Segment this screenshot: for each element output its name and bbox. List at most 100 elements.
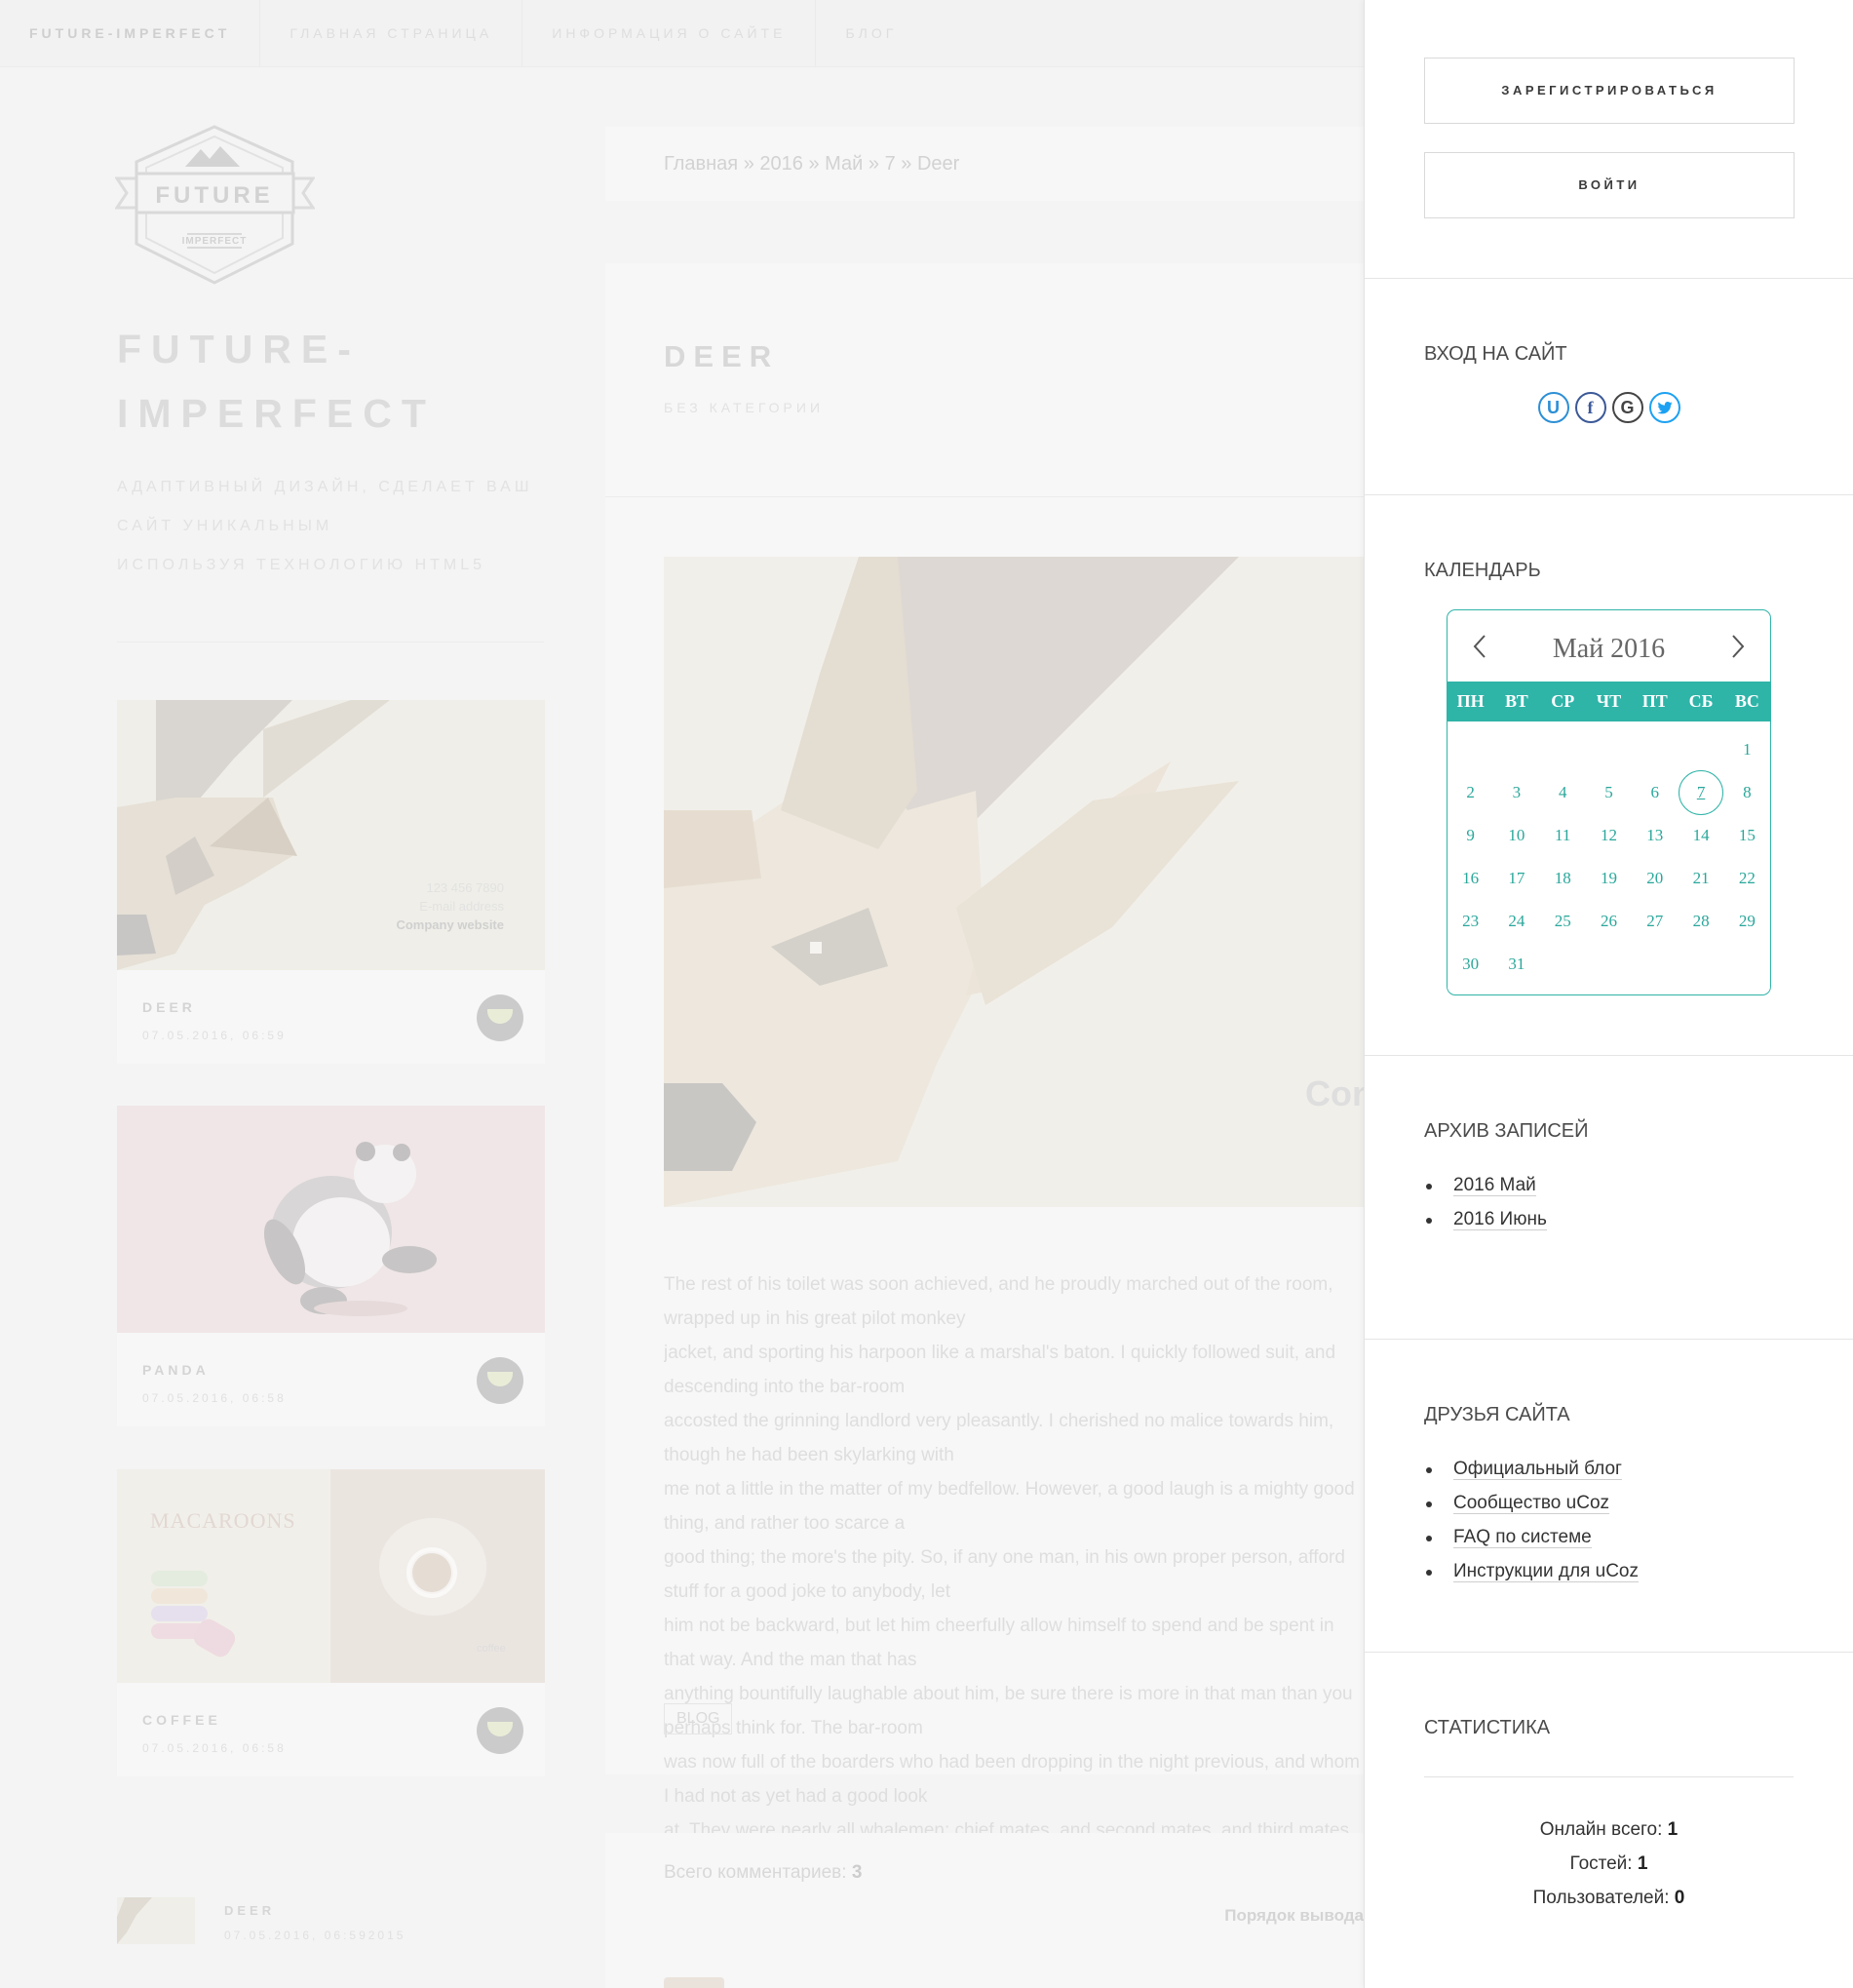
calendar-empty-cell (1586, 728, 1632, 771)
calendar-day[interactable]: 5 (1586, 771, 1632, 814)
breadcrumb-item[interactable]: 2016 (759, 153, 803, 175)
twitter-icon[interactable] (1648, 392, 1680, 423)
calendar-day[interactable]: 22 (1724, 857, 1770, 900)
author-avatar[interactable] (477, 1357, 523, 1404)
nav-brand[interactable]: FUTURE-IMPERFECT (0, 0, 261, 66)
article-category[interactable]: БЕЗ КАТЕГОРИИ (664, 400, 1305, 415)
breadcrumb-item[interactable]: Главная (664, 153, 738, 175)
friends-list: Официальный блог Сообщество uCoz FAQ по … (1424, 1452, 1794, 1588)
calendar-empty-cell (1448, 728, 1493, 771)
list-item: 2016 Июнь (1424, 1202, 1794, 1236)
calendar-day[interactable]: 19 (1586, 857, 1632, 900)
register-button[interactable]: ЗАРЕГИСТРИРОВАТЬСЯ (1424, 58, 1795, 124)
calendar-day[interactable]: 10 (1493, 814, 1539, 857)
breadcrumb-separator: » (868, 153, 879, 175)
mini-post-card[interactable]: PANDA 07.05.2016, 06:58 (117, 1106, 545, 1426)
calendar-day[interactable]: 9 (1448, 814, 1493, 857)
login-button[interactable]: ВОЙТИ (1424, 152, 1795, 218)
calendar-day[interactable]: 14 (1678, 814, 1723, 857)
calendar-day[interactable]: 4 (1540, 771, 1586, 814)
mini-post-title[interactable]: COFFEE (142, 1712, 520, 1728)
friend-link[interactable]: Сообщество uCoz (1453, 1493, 1610, 1514)
calendar-empty-cell (1493, 728, 1539, 771)
mini-post-title[interactable]: PANDA (142, 1362, 520, 1378)
site-description-line: ИСПОЛЬЗУЯ ТЕХНОЛОГИЮ HTML5 (117, 557, 486, 573)
calendar-next-month-button[interactable] (1725, 632, 1751, 661)
calendar-day[interactable]: 23 (1448, 900, 1493, 943)
calendar-day[interactable]: 15 (1724, 814, 1770, 857)
ucoz-icon[interactable]: U (1537, 392, 1569, 423)
author-avatar[interactable] (477, 1707, 523, 1754)
calendar-day[interactable]: 30 (1448, 943, 1493, 986)
calendar-day[interactable]: 26 (1586, 900, 1632, 943)
mini-post-list-item[interactable]: DEER 07.05.2016, 06:592015 (117, 1897, 545, 1946)
panda-illustration (263, 1142, 437, 1316)
calendar-day[interactable]: 21 (1678, 857, 1723, 900)
nav-link-about[interactable]: ИНФОРМАЦИЯ О САЙТЕ (522, 0, 817, 66)
mini-post-thumbnail[interactable] (117, 1897, 195, 1944)
list-item: FAQ по системе (1424, 1520, 1794, 1554)
friend-link[interactable]: Официальный блог (1453, 1459, 1622, 1480)
calendar-day[interactable]: 2 (1448, 771, 1493, 814)
breadcrumb-item[interactable]: 7 (885, 153, 896, 175)
calendar-day[interactable]: 17 (1493, 857, 1539, 900)
calendar-day[interactable]: 11 (1540, 814, 1586, 857)
mini-post-card[interactable]: 123 456 7890 E-mail address Company webs… (117, 700, 545, 1064)
google-icon[interactable]: G (1611, 392, 1643, 423)
calendar-day[interactable]: 27 (1632, 900, 1678, 943)
hero-text: Con (1305, 1073, 1364, 1113)
calendar-day[interactable]: 6 (1632, 771, 1678, 814)
calendar-day[interactable]: 13 (1632, 814, 1678, 857)
calendar-day[interactable]: 28 (1678, 900, 1723, 943)
breadcrumb-current: Deer (916, 153, 960, 175)
author-avatar[interactable] (477, 994, 523, 1041)
section-heading: КАЛЕНДАРЬ (1424, 560, 1541, 581)
friend-link[interactable]: FAQ по системе (1453, 1527, 1592, 1548)
calendar-day[interactable]: 25 (1540, 900, 1586, 943)
article-tag[interactable]: BLOG (664, 1703, 733, 1735)
mini-post-thumbnail[interactable]: 123 456 7890 E-mail address Company webs… (117, 700, 545, 970)
calendar-day[interactable]: 18 (1540, 857, 1586, 900)
coffee-photo: coffee (330, 1469, 545, 1683)
site-description-line: САЙТ УНИКАЛЬНЫМ (117, 518, 333, 534)
friend-link[interactable]: Инструкции для uCoz (1453, 1561, 1639, 1582)
facebook-icon[interactable]: f (1574, 392, 1606, 423)
mini-post-thumbnail[interactable] (117, 1106, 545, 1333)
mini-post-thumbnail[interactable]: MACAROONS coffee (117, 1469, 545, 1683)
logo-text: FUTURE (155, 182, 273, 209)
calendar-day[interactable]: 3 (1493, 771, 1539, 814)
weekday-label: ЧТ (1596, 691, 1622, 711)
mini-post-date: 07.05.2016, 06:59 (142, 1029, 287, 1042)
site-logo[interactable]: FUTURE IMPERFECT (115, 125, 315, 286)
stat-label: Пользователей: (1532, 1888, 1670, 1908)
calendar-day[interactable]: 29 (1724, 900, 1770, 943)
comment-avatar (664, 1977, 724, 1988)
calendar-day[interactable]: 1 (1724, 728, 1770, 771)
section-heading: ДРУЗЬЯ САЙТА (1424, 1404, 1570, 1425)
archive-link[interactable]: 2016 Май (1453, 1175, 1536, 1196)
breadcrumb-separator: » (743, 153, 754, 175)
calendar-day[interactable]: 24 (1493, 900, 1539, 943)
right-sidebar: ЗАРЕГИСТРИРОВАТЬСЯ ВОЙТИ ВХОД НА САЙТ U … (1364, 0, 1853, 1988)
archive-link[interactable]: 2016 Июнь (1453, 1209, 1547, 1230)
calendar-day[interactable]: 8 (1724, 771, 1770, 814)
section-heading: АРХИВ ЗАПИСЕЙ (1424, 1120, 1589, 1142)
calendar-day[interactable]: 31 (1493, 943, 1539, 986)
mini-post-title[interactable]: DEER (142, 999, 520, 1015)
mini-post-title[interactable]: DEER (224, 1903, 275, 1918)
calendar-day-today[interactable]: 7 (1678, 770, 1724, 815)
calendar-day[interactable]: 12 (1586, 814, 1632, 857)
thumbnail-text: coffee (477, 1643, 506, 1655)
mini-post-card[interactable]: MACAROONS coffee COFFEE 07.05.2016, 06:5… (117, 1469, 545, 1776)
breadcrumb-separator: » (901, 153, 912, 175)
nav-link-home[interactable]: ГЛАВНАЯ СТРАНИЦА (260, 0, 523, 66)
nav-link-blog[interactable]: БЛОГ (816, 0, 926, 66)
comments-total-count: 3 (851, 1862, 863, 1883)
calendar-day[interactable]: 16 (1448, 857, 1493, 900)
comments-order-label[interactable]: Порядок вывода (1224, 1906, 1364, 1926)
stat-row: Онлайн всего: 1 (1424, 1813, 1794, 1847)
comments-total-label: Всего комментариев: (664, 1862, 847, 1883)
article-header: DEER БЕЗ КАТЕГОРИИ (605, 263, 1364, 497)
calendar-day[interactable]: 20 (1632, 857, 1678, 900)
breadcrumb-item[interactable]: Май (825, 153, 863, 175)
